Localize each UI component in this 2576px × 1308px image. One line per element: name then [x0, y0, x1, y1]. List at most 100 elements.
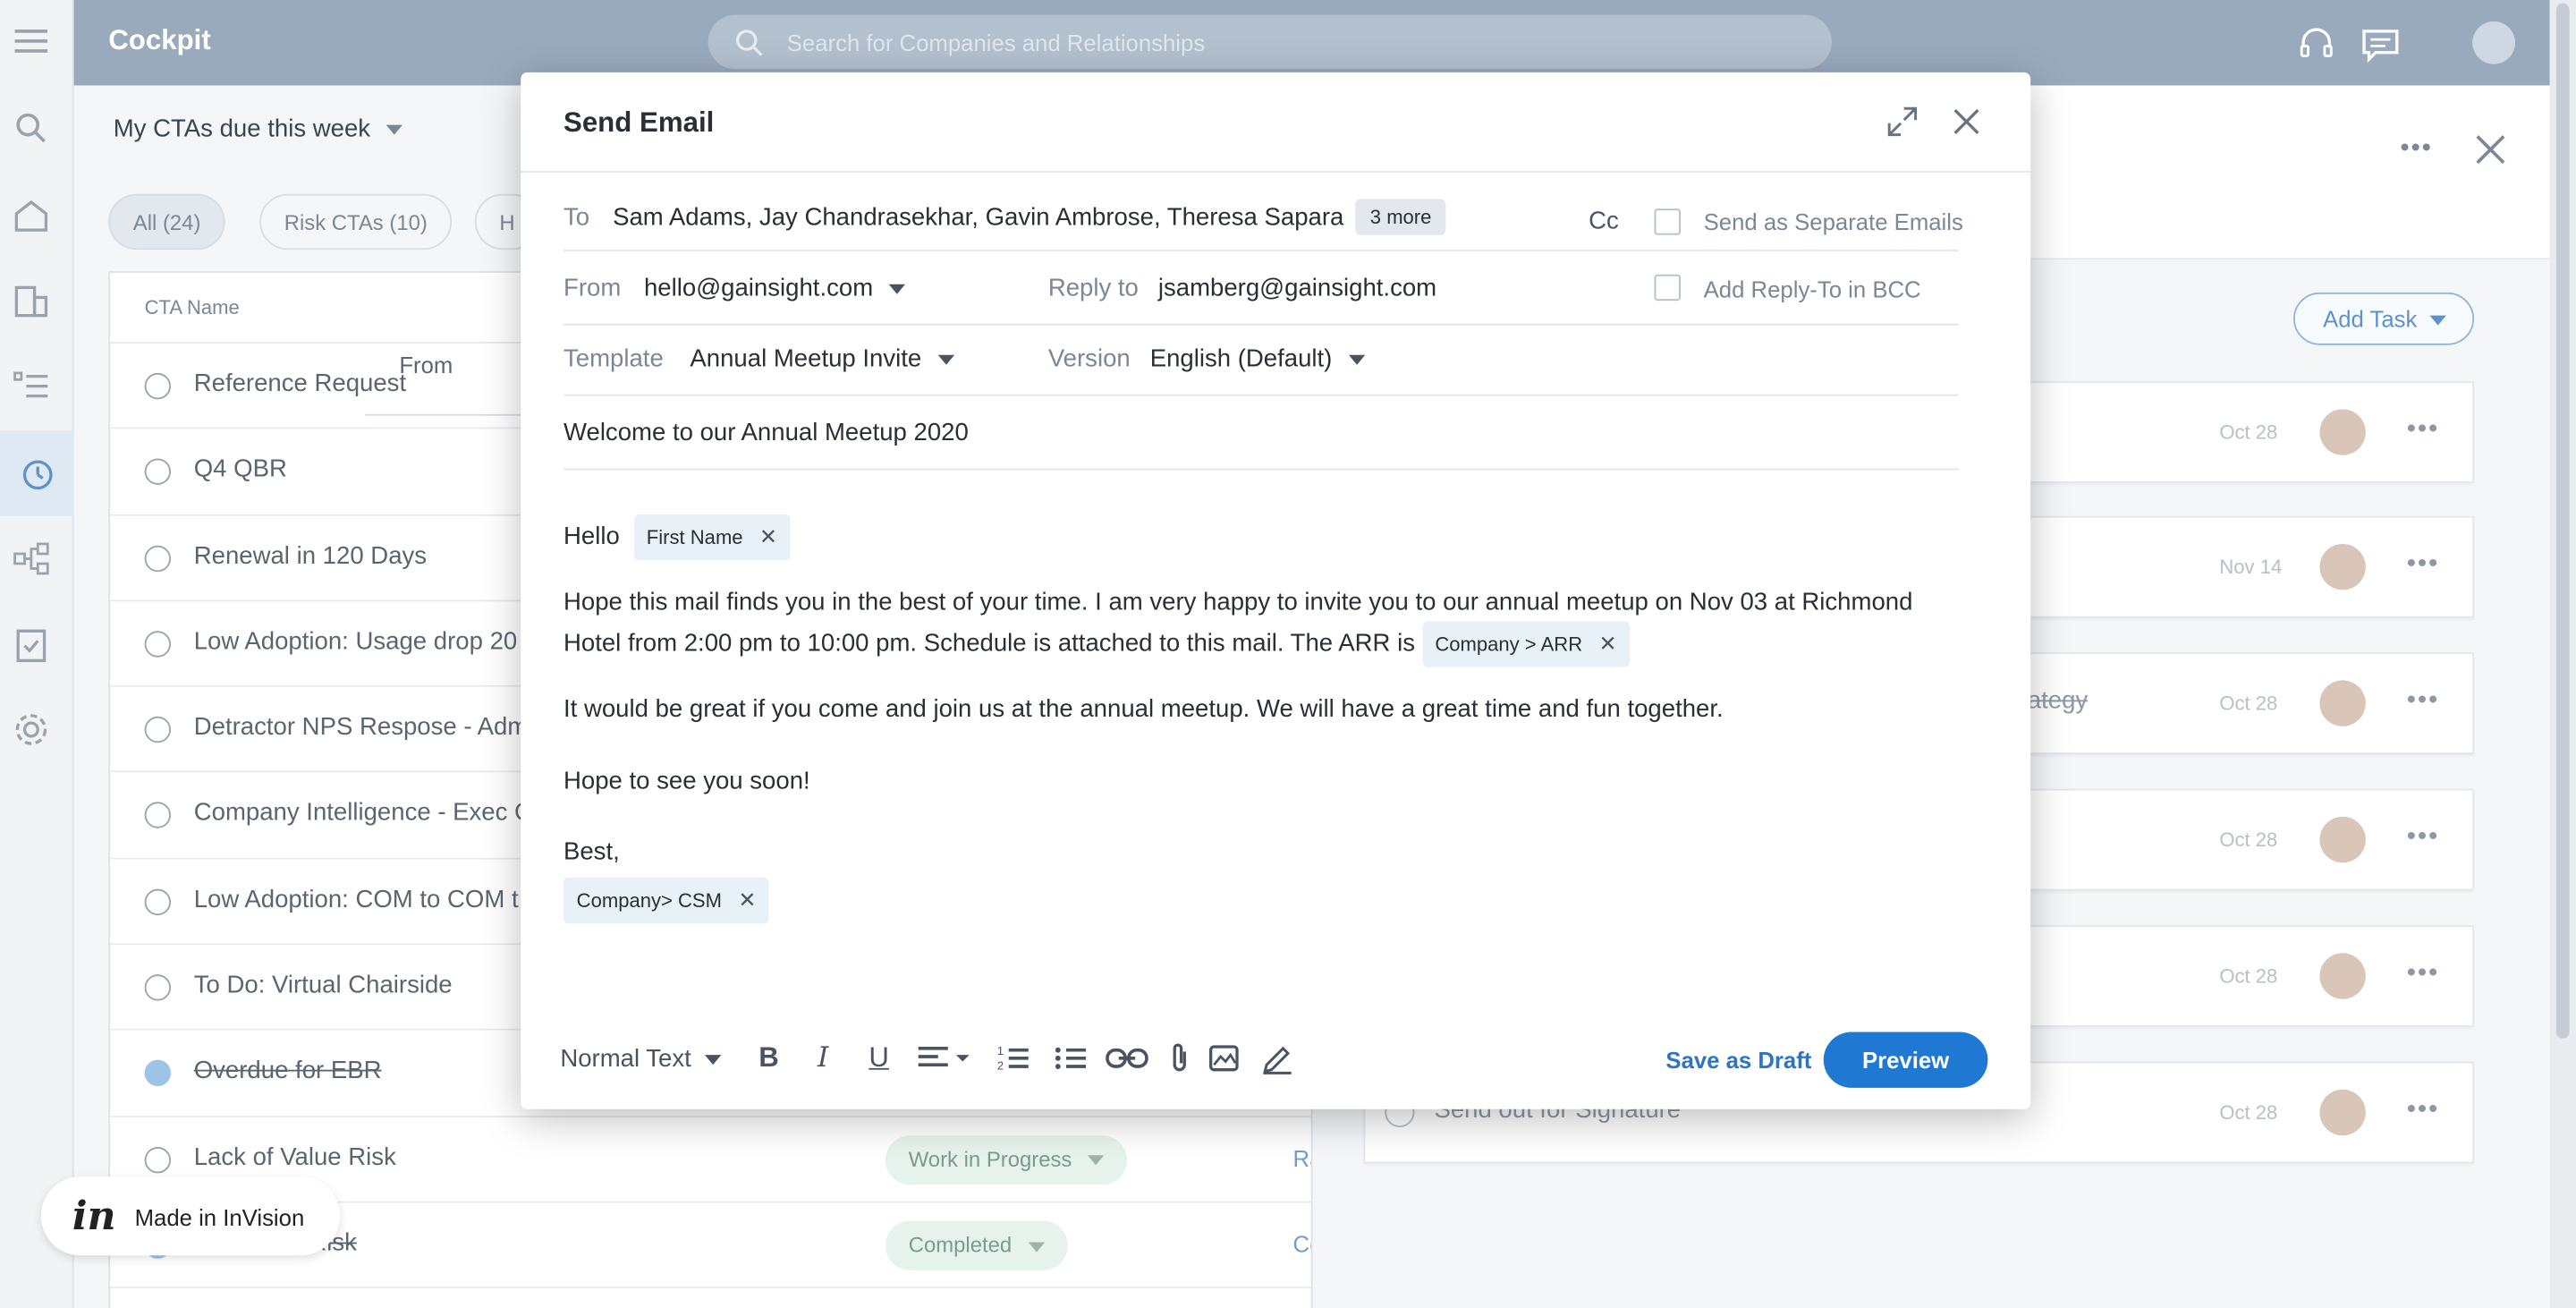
from-row: From hello@gainsight.com Reply to jsambe…	[563, 251, 1959, 326]
cta-complete-radio[interactable]	[144, 717, 172, 743]
cta-complete-radio[interactable]	[144, 888, 172, 915]
hierarchy-icon[interactable]	[12, 539, 51, 578]
more-options-icon[interactable]: •••	[2400, 135, 2432, 165]
list-icon[interactable]	[12, 367, 51, 406]
cta-name[interactable]: To Do: Virtual Chairside	[194, 972, 453, 999]
cta-complete-radio[interactable]	[144, 545, 172, 572]
remove-token-icon[interactable]: ✕	[738, 888, 756, 913]
menu-icon[interactable]	[12, 21, 51, 61]
close-icon[interactable]	[1950, 106, 1983, 139]
image-icon[interactable]	[1208, 1041, 1241, 1074]
reply-to-input[interactable]: jsamberg@gainsight.com	[1158, 275, 1436, 302]
email-body-paragraph-1[interactable]: Hope this mail finds you in the best of …	[564, 585, 1958, 667]
invision-logo: in	[72, 1191, 116, 1239]
cta-name[interactable]: Company Intelligence - Exec C	[194, 800, 532, 828]
owner-avatar[interactable]	[2319, 680, 2366, 726]
more-options-icon[interactable]: •••	[2407, 687, 2439, 717]
owner-avatar[interactable]	[2319, 816, 2366, 863]
cta-name[interactable]: Reference Request	[194, 369, 406, 397]
align-icon[interactable]	[917, 1041, 976, 1074]
owner-avatar[interactable]	[2319, 543, 2366, 590]
cockpit-icon[interactable]	[0, 430, 74, 516]
cta-complete-radio[interactable]	[144, 803, 172, 829]
attachment-icon[interactable]	[1163, 1041, 1196, 1074]
first-name-token[interactable]: First Name ✕	[633, 514, 791, 561]
building-icon[interactable]	[12, 281, 51, 320]
more-options-icon[interactable]: •••	[2407, 823, 2439, 853]
cc-toggle[interactable]: Cc	[1589, 207, 1619, 234]
underline-icon[interactable]: U	[862, 1041, 895, 1074]
template-select[interactable]: Annual Meetup Invite	[690, 345, 955, 373]
save-as-draft-button[interactable]: Save as Draft	[1665, 1047, 1811, 1073]
cta-complete-radio[interactable]	[144, 372, 172, 400]
home-icon[interactable]	[12, 196, 51, 235]
first-name-token-label: First Name	[646, 525, 743, 549]
headset-icon[interactable]	[2297, 25, 2336, 64]
version-select[interactable]: English (Default)	[1150, 345, 1366, 373]
cta-complete-radio[interactable]	[144, 458, 172, 486]
cta-name[interactable]: Low Adoption: COM to COM t	[194, 886, 519, 913]
link-icon[interactable]	[1106, 1041, 1148, 1074]
chat-icon[interactable]	[2360, 25, 2400, 64]
gear-icon[interactable]	[12, 709, 51, 749]
to-recipients[interactable]: Sam Adams, Jay Chandrasekhar, Gavin Ambr…	[613, 204, 1343, 232]
status-dropdown[interactable]: Completed	[885, 1220, 1068, 1270]
owner-avatar[interactable]	[2319, 409, 2366, 455]
email-body-signoff[interactable]: Best,	[564, 835, 1958, 871]
subject-input[interactable]: Welcome to our Annual Meetup 2020	[564, 419, 969, 446]
template-label: Template	[563, 344, 664, 373]
search-icon[interactable]	[12, 108, 51, 148]
more-options-icon[interactable]: •••	[2407, 416, 2439, 446]
close-icon[interactable]	[2474, 133, 2507, 174]
view-selector[interactable]: My CTAs due this week	[114, 115, 403, 143]
italic-icon[interactable]: I	[807, 1041, 840, 1074]
cta-name[interactable]: Lack of Value Risk	[194, 1143, 396, 1171]
scrollbar-thumb[interactable]	[2555, 3, 2570, 1039]
separate-emails-checkbox[interactable]	[1654, 208, 1681, 235]
cta-complete-radio[interactable]	[144, 974, 172, 1001]
remove-token-icon[interactable]: ✕	[759, 524, 777, 549]
bold-icon[interactable]: B	[752, 1041, 785, 1074]
more-options-icon[interactable]: •••	[2407, 960, 2439, 989]
cta-name[interactable]: Low Adoption: Usage drop 20	[194, 627, 517, 655]
preview-button[interactable]: Preview	[1823, 1032, 1988, 1088]
signature-icon[interactable]	[1260, 1041, 1293, 1074]
cta-name[interactable]: Overdue for EBR	[194, 1057, 382, 1085]
page-scrollbar[interactable]	[2549, 0, 2576, 1308]
cta-name[interactable]: Q4 QBR	[194, 455, 287, 483]
remove-token-icon[interactable]: ✕	[1599, 631, 1617, 656]
user-avatar[interactable]	[2472, 21, 2515, 64]
add-task-button[interactable]: Add Task	[2293, 292, 2475, 345]
global-search[interactable]: Search for Companies and Relationships	[708, 14, 1832, 70]
invision-badge[interactable]: in Made in InVision	[40, 1176, 341, 1256]
owner-avatar[interactable]	[2319, 953, 2366, 999]
bullet-list-icon[interactable]	[1055, 1041, 1088, 1074]
more-recipients-chip[interactable]: 3 more	[1355, 199, 1446, 235]
cta-name[interactable]: Detractor NPS Respose - Adm	[194, 713, 529, 741]
filter-pill-all[interactable]: All (24)	[108, 193, 225, 251]
arr-token[interactable]: Company > ARR ✕	[1421, 621, 1631, 667]
cta-complete-radio[interactable]	[144, 1060, 172, 1087]
chevron-down-icon	[1348, 354, 1366, 365]
clipboard-icon[interactable]	[12, 624, 51, 664]
email-body-paragraph-3[interactable]: Hope to see you soon!	[564, 764, 1958, 800]
from-select[interactable]: hello@gainsight.com	[644, 275, 906, 302]
text-style-select[interactable]: Normal Text	[560, 1045, 721, 1073]
cta-complete-radio[interactable]	[144, 1146, 172, 1173]
cta-complete-radio[interactable]	[144, 631, 172, 658]
owner-avatar[interactable]	[2319, 1089, 2366, 1136]
email-body-greeting[interactable]: Hello First Name ✕	[564, 514, 1958, 561]
email-body-signature[interactable]: Company> CSM ✕	[563, 877, 1958, 924]
chevron-down-icon	[937, 354, 955, 365]
expand-icon[interactable]	[1886, 106, 1919, 139]
numbered-list-icon[interactable]: 12	[997, 1041, 1030, 1074]
email-body-paragraph-2[interactable]: It would be great if you come and join u…	[564, 692, 1958, 727]
more-options-icon[interactable]: •••	[2407, 550, 2439, 580]
more-options-icon[interactable]: •••	[2407, 1096, 2439, 1125]
reply-to-bcc-checkbox[interactable]	[1654, 274, 1681, 302]
cta-name[interactable]: Renewal in 120 Days	[194, 541, 427, 569]
subject-row: Welcome to our Annual Meetup 2020	[563, 396, 1959, 471]
filter-pill-risk[interactable]: Risk CTAs (10)	[259, 193, 453, 251]
csm-token[interactable]: Company> CSM ✕	[563, 877, 770, 924]
status-dropdown[interactable]: Work in Progress	[885, 1134, 1128, 1185]
